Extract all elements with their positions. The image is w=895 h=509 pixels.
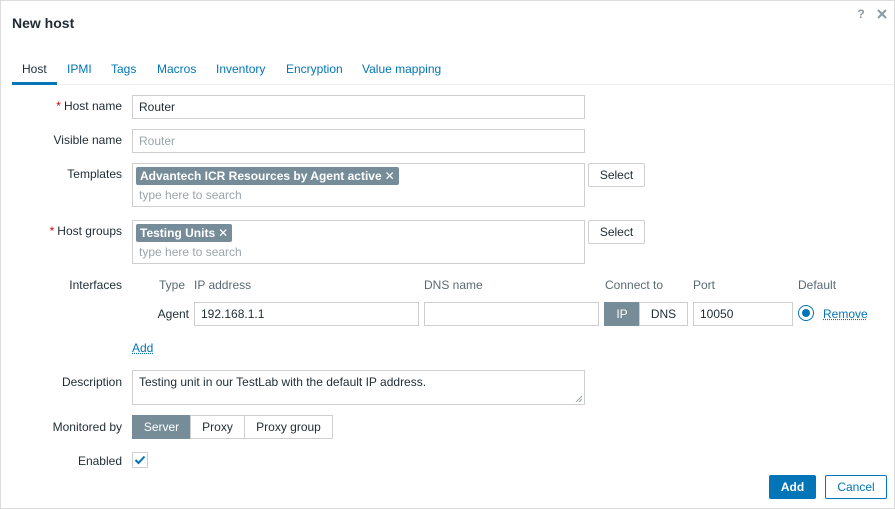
connect-dns-button[interactable]: DNS [639, 302, 688, 326]
monitored-by-proxy-group[interactable]: Proxy group [244, 415, 333, 439]
dialog-title: New host [12, 15, 75, 31]
interface-type: Agent [157, 307, 189, 321]
ip-address-input[interactable] [194, 302, 419, 326]
tab-encryption[interactable]: Encryption [286, 56, 343, 85]
col-ip-address: IP address [194, 278, 252, 292]
interfaces-label: Interfaces [69, 278, 122, 292]
host-name-input[interactable] [132, 95, 585, 119]
tab-inventory[interactable]: Inventory [216, 56, 265, 85]
description-text: Testing unit in our TestLab with the def… [139, 375, 427, 389]
templates-search-input[interactable]: type here to search [139, 188, 242, 202]
required-mark: * [56, 99, 61, 113]
tab-value-mapping[interactable]: Value mapping [362, 56, 441, 85]
host-group-chip: Testing Units ✕ [136, 224, 233, 242]
new-host-dialog: New host ? Host IPMI Tags Macros Invento… [0, 0, 895, 509]
help-icon[interactable]: ? [855, 7, 867, 21]
cancel-button[interactable]: Cancel [825, 475, 887, 499]
host-groups-label: * Host groups [49, 224, 122, 238]
dns-name-input[interactable] [424, 302, 599, 326]
tab-host[interactable]: Host [12, 56, 57, 85]
monitored-by-proxy[interactable]: Proxy [190, 415, 245, 439]
add-interface-link[interactable]: Add [132, 341, 153, 355]
tab-tags[interactable]: Tags [111, 56, 136, 85]
col-port: Port [693, 278, 716, 292]
description-label: Description [61, 375, 122, 389]
monitored-by-label: Monitored by [52, 420, 122, 434]
visible-name-label: Visible name [53, 133, 122, 147]
chip-remove-icon[interactable]: ✕ [218, 224, 228, 242]
tab-bar: Host IPMI Tags Macros Inventory Encrypti… [12, 56, 894, 85]
checkmark-icon [134, 455, 146, 465]
host-groups-select-button[interactable]: Select [588, 220, 645, 244]
col-connect-to: Connect to [605, 278, 664, 292]
col-default: Default [798, 278, 837, 292]
default-interface-radio[interactable] [798, 305, 814, 321]
enabled-label: Enabled [77, 454, 122, 468]
host-groups-multiselect[interactable]: Testing Units ✕ type here to search [132, 220, 585, 264]
tab-macros[interactable]: Macros [157, 56, 196, 85]
description-textarea[interactable]: Testing unit in our TestLab with the def… [132, 370, 585, 405]
required-mark: * [49, 224, 55, 238]
template-chip: Advantech ICR Resources by Agent active ✕ [136, 167, 399, 185]
templates-label: Templates [67, 167, 122, 181]
chip-remove-icon[interactable]: ✕ [385, 167, 395, 185]
host-name-label: * Host name [56, 99, 122, 113]
close-icon[interactable] [875, 7, 889, 21]
monitored-by-server[interactable]: Server [132, 415, 191, 439]
host-groups-search-input[interactable]: type here to search [139, 245, 242, 259]
tab-ipmi[interactable]: IPMI [67, 56, 92, 85]
connect-ip-button[interactable]: IP [604, 302, 640, 326]
port-input[interactable] [693, 302, 793, 326]
remove-interface-link[interactable]: Remove [823, 307, 868, 321]
add-button[interactable]: Add [769, 475, 816, 499]
templates-multiselect[interactable]: Advantech ICR Resources by Agent active ✕… [132, 163, 585, 207]
col-type: Type [159, 278, 186, 292]
resize-handle-icon[interactable] [575, 395, 583, 403]
visible-name-input[interactable] [132, 129, 585, 153]
templates-select-button[interactable]: Select [588, 163, 645, 187]
col-dns-name: DNS name [424, 278, 483, 292]
enabled-checkbox[interactable] [132, 452, 148, 468]
